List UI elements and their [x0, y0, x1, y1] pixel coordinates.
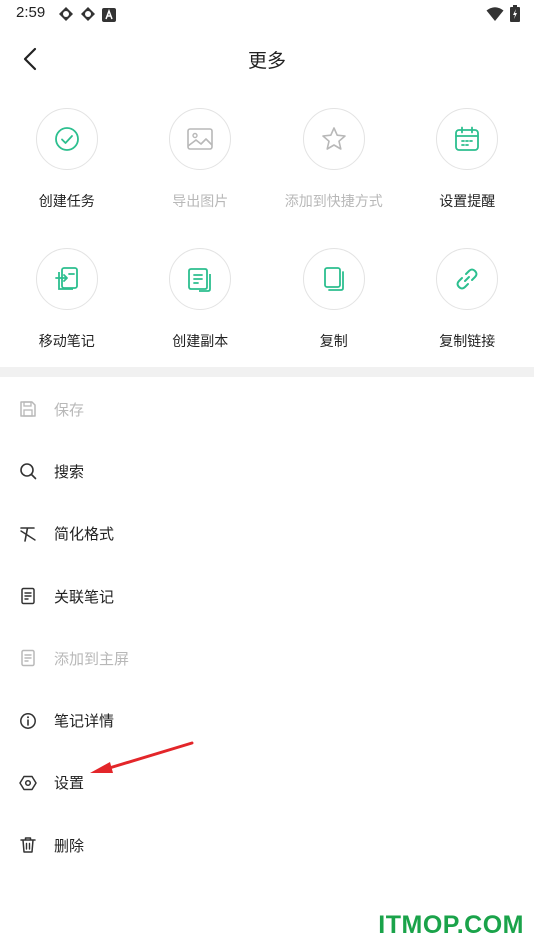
menu-label: 简化格式 [54, 525, 115, 544]
app-notification-icon [80, 6, 96, 26]
set-reminder-button[interactable]: 设置提醒 [401, 108, 534, 248]
check-circle-icon [54, 127, 79, 151]
save-icon [18, 399, 38, 419]
star-icon [321, 127, 346, 150]
status-bar: 2:59 [0, 0, 534, 28]
search-icon [18, 461, 38, 481]
grid-icon-circle [169, 108, 232, 170]
create-task-button[interactable]: 创建任务 [0, 108, 134, 248]
linked-note-menu-item[interactable]: 关联笔记 [0, 565, 534, 627]
menu-label: 保存 [54, 400, 85, 419]
add-shortcut-button[interactable]: 添加到快捷方式 [267, 108, 401, 248]
grid-label: 创建任务 [38, 194, 95, 210]
battery-icon [510, 5, 520, 26]
export-image-button[interactable]: 导出图片 [134, 108, 268, 248]
copy-icon [323, 267, 344, 291]
page-title: 更多 [247, 50, 286, 72]
grid-label: 添加到快捷方式 [284, 194, 383, 210]
calendar-icon [455, 126, 480, 151]
grid-label: 导出图片 [172, 194, 229, 210]
add-to-home-menu-item[interactable]: 添加到主屏 [0, 627, 534, 689]
delete-menu-item[interactable]: 删除 [0, 814, 534, 876]
font-app-icon [102, 7, 116, 26]
menu-list: 保存 搜索 简化格式 关联笔记 添加到主屏 笔记详情 设置 删除 [0, 378, 534, 876]
grid-row: 创建任务 导出图片 添加到快捷方式 设置提醒 [0, 108, 534, 248]
app-notification-icon [58, 6, 74, 26]
grid-icon-circle [436, 248, 499, 310]
settings-icon [18, 773, 38, 793]
status-time: 2:59 [16, 4, 46, 21]
move-note-icon [54, 267, 78, 290]
grid-icon-circle [35, 248, 98, 310]
clear-format-icon [18, 524, 38, 544]
menu-label: 添加到主屏 [54, 649, 130, 668]
watermark-text: ITMOP.COM [378, 911, 524, 939]
grid-label: 复制链接 [439, 334, 496, 350]
notification-icons [58, 6, 116, 26]
menu-label: 笔记详情 [54, 712, 115, 731]
grid-label: 复制 [319, 334, 348, 350]
menu-label: 搜索 [54, 462, 85, 481]
grid-icon-circle [302, 248, 365, 310]
grid-label: 移动笔记 [38, 334, 95, 350]
grid-icon-circle [35, 108, 98, 170]
info-icon [18, 711, 38, 731]
action-grid: 创建任务 导出图片 添加到快捷方式 设置提醒 移动笔记 创建副本 复制 复制链接 [0, 108, 534, 388]
image-icon [187, 128, 214, 150]
menu-label: 删除 [54, 836, 85, 855]
grid-icon-circle [169, 248, 232, 310]
wifi-icon [486, 6, 504, 26]
grid-icon-circle [302, 108, 365, 170]
search-menu-item[interactable]: 搜索 [0, 440, 534, 502]
linked-note-icon [18, 586, 38, 606]
system-icons [486, 5, 520, 26]
menu-label: 关联笔记 [54, 587, 115, 606]
grid-label: 创建副本 [172, 334, 229, 350]
clear-format-menu-item[interactable]: 简化格式 [0, 503, 534, 565]
title-bar: 更多 [0, 36, 534, 82]
link-icon [456, 268, 478, 290]
grid-icon-circle [436, 108, 499, 170]
duplicate-icon [188, 268, 212, 292]
home-screen-icon [18, 648, 38, 668]
grid-label: 设置提醒 [439, 194, 496, 210]
annotation-arrow [90, 741, 194, 773]
section-divider [0, 367, 534, 377]
trash-icon [18, 835, 38, 855]
save-menu-item[interactable]: 保存 [0, 378, 534, 440]
